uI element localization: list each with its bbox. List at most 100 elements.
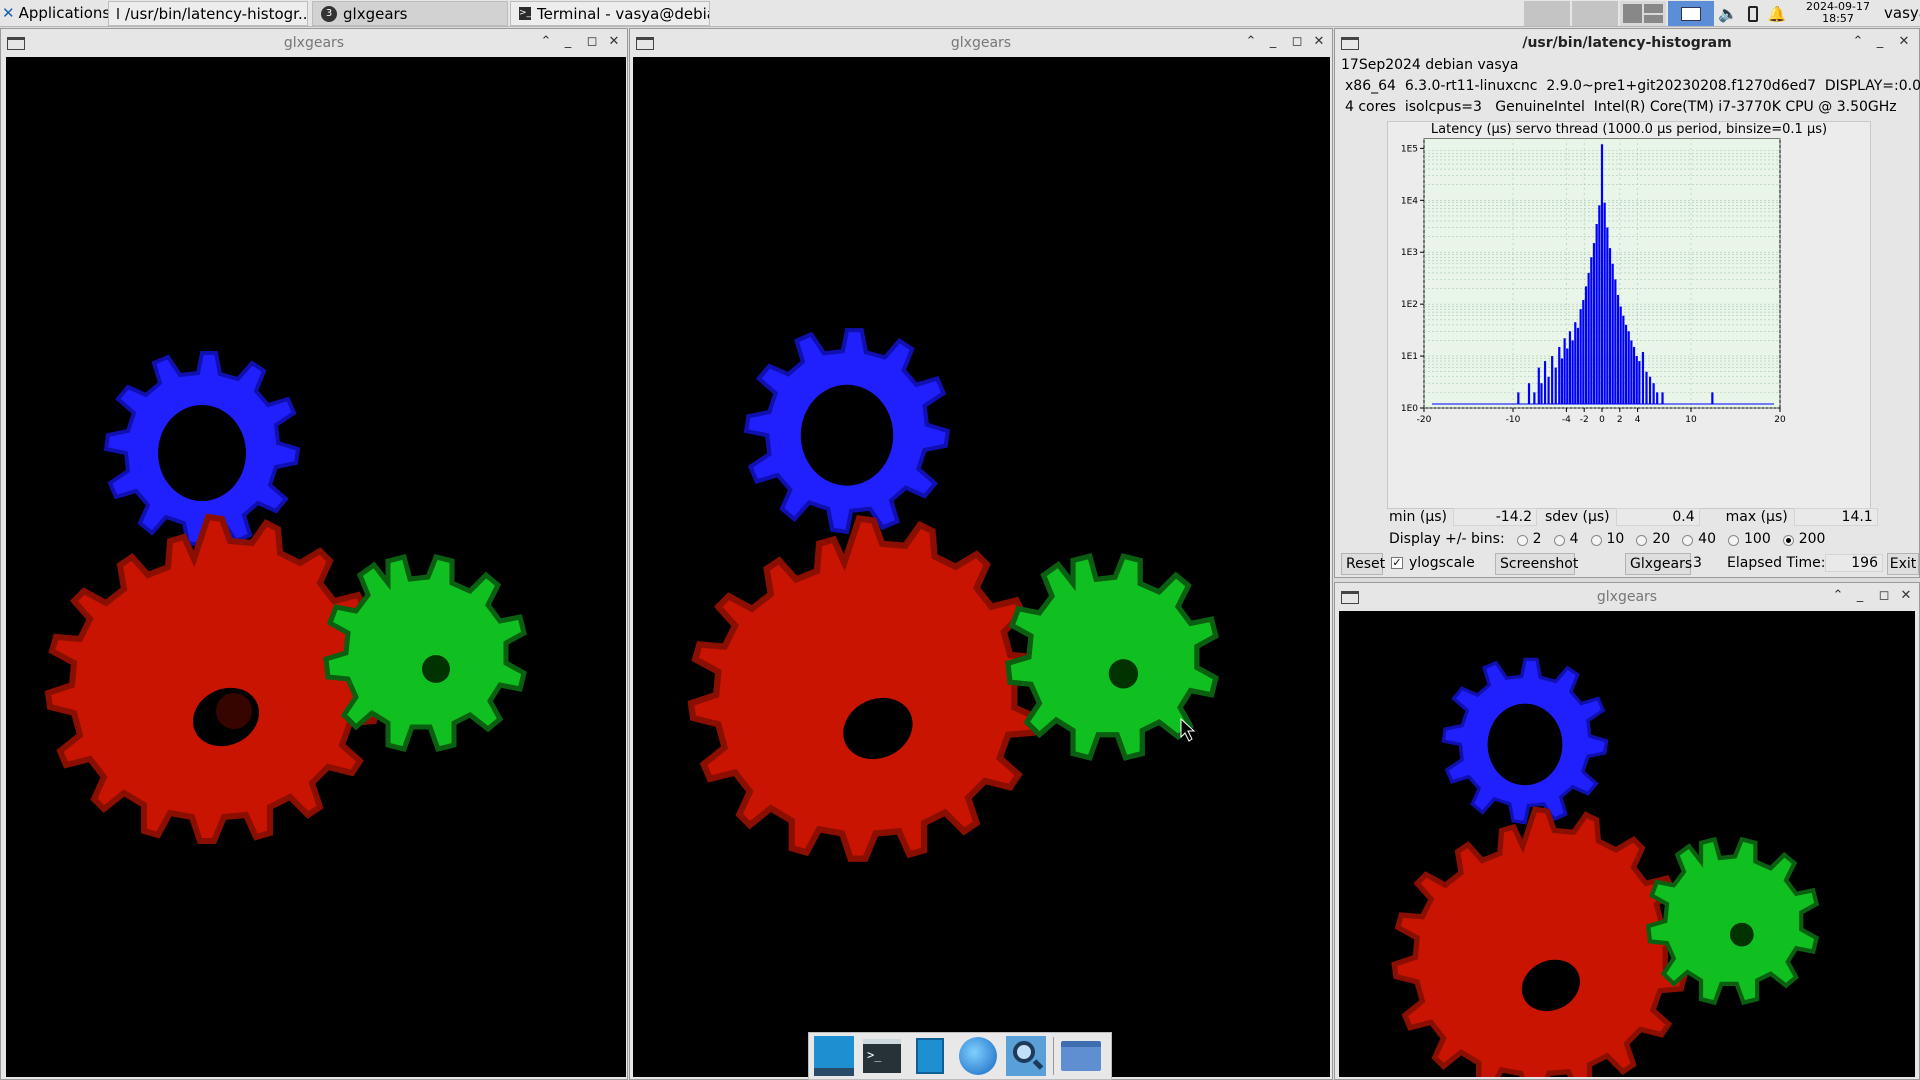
bins-radio-4[interactable] xyxy=(1553,534,1565,546)
red-gear xyxy=(687,515,1042,862)
window-menu-icon[interactable] xyxy=(636,37,654,50)
histogram-bar xyxy=(1590,257,1593,404)
bins-radio-20[interactable] xyxy=(1636,534,1648,546)
maximize-button[interactable]: ◻ xyxy=(583,33,601,51)
glxgears-window-3: glxgears ⌃ _ ◻ ✕ xyxy=(1334,582,1920,1080)
window-menu-icon[interactable] xyxy=(1341,37,1359,50)
workspace-2[interactable] xyxy=(1572,1,1618,26)
bins-radio-40[interactable] xyxy=(1682,534,1694,546)
workspace-switcher[interactable] xyxy=(1524,0,1716,27)
x-tick-label: 0 xyxy=(1599,415,1605,425)
maximize-button[interactable]: ◻ xyxy=(1875,587,1893,605)
close-button[interactable]: ✕ xyxy=(1310,33,1328,51)
terminal-launcher[interactable]: >_ xyxy=(861,1035,903,1077)
histogram-bar xyxy=(1533,392,1536,404)
minimize-button[interactable]: _ xyxy=(1871,33,1889,51)
y-tick-label: 1E0 xyxy=(1401,404,1418,414)
taskbar-item-glxgears[interactable]: 3 glxgears xyxy=(312,1,508,26)
x-tick-label: 4 xyxy=(1635,415,1641,425)
web-browser-launcher[interactable] xyxy=(957,1035,999,1077)
gears-canvas[interactable] xyxy=(6,57,626,1077)
xfce-icon: ✕ xyxy=(2,4,15,22)
titlebar[interactable]: /usr/bin/latency-histogram ⌃ _ ✕ xyxy=(1335,29,1919,57)
checkbox-checked-icon: ✓ xyxy=(1391,556,1403,569)
glxgears-window-1: glxgears ⌃ _ ◻ ✕ xyxy=(0,28,628,1080)
dock: >_ xyxy=(808,1032,1112,1080)
histogram-bar xyxy=(1614,279,1617,404)
x-tick-label: 10 xyxy=(1685,415,1697,425)
file-manager-launcher[interactable] xyxy=(909,1035,951,1077)
notification-bell-icon[interactable]: 🔔 xyxy=(1768,5,1787,23)
histogram-bar xyxy=(1558,346,1561,404)
bins-radio-100[interactable] xyxy=(1728,534,1739,546)
bins-row: Display +/- bins: 2 4 10 20 40 100 200 xyxy=(1389,531,1825,547)
window-title: glxgears xyxy=(950,35,1012,51)
close-button[interactable]: ✕ xyxy=(1895,33,1913,51)
chart-title: Latency (µs) servo thread (1000.0 µs per… xyxy=(1430,122,1828,137)
bins-option-label: 2 xyxy=(1532,531,1542,547)
workspace-4[interactable] xyxy=(1668,1,1714,26)
histogram-bar xyxy=(1592,243,1596,404)
terminal-icon: >_ xyxy=(519,7,532,20)
window-menu-icon[interactable] xyxy=(1341,591,1359,604)
shade-button[interactable]: ⌃ xyxy=(1242,33,1260,51)
bins-option-label: 20 xyxy=(1652,531,1671,547)
workspace-1[interactable] xyxy=(1524,1,1570,26)
y-tick-label: 1E1 xyxy=(1401,352,1418,362)
minimize-button[interactable]: _ xyxy=(1851,587,1869,605)
titlebar[interactable]: glxgears ⌃ _ ◻ ✕ xyxy=(1,29,627,57)
reset-button[interactable]: Reset xyxy=(1341,553,1385,575)
maximize-button[interactable]: ◻ xyxy=(1288,33,1306,51)
shade-button[interactable]: ⌃ xyxy=(1829,587,1847,605)
app-finder-launcher[interactable] xyxy=(1005,1035,1047,1077)
clock[interactable]: 2024-09-17 18:57 xyxy=(1798,0,1878,25)
exit-button[interactable]: Exit xyxy=(1887,553,1919,575)
info-date-host: 17Sep2024 debian vasya xyxy=(1341,57,1519,73)
gears-render xyxy=(1391,657,1820,1077)
taskbar-item-latency-histogram[interactable]: /usr/bin/latency-histogr... xyxy=(108,1,308,26)
screenshot-button[interactable]: Screenshot xyxy=(1495,553,1578,575)
x-tick-label: -4 xyxy=(1562,415,1571,425)
histogram-bar xyxy=(1582,300,1585,404)
titlebar[interactable]: glxgears ⌃ _ ◻ ✕ xyxy=(1335,583,1919,611)
close-button[interactable]: ✕ xyxy=(1897,587,1915,605)
info-cpu: 4 cores isolcpus=3 GenuineIntel Intel(R)… xyxy=(1345,99,1897,115)
info-kernel: x86_64 6.3.0-rt11-linuxcnc 2.9.0~pre1+gi… xyxy=(1345,78,1920,94)
bins-label: Display +/- bins: xyxy=(1389,531,1505,547)
volume-icon[interactable]: 🔈 xyxy=(1718,4,1738,23)
bins-radio-10[interactable] xyxy=(1590,534,1602,546)
window-menu-icon[interactable] xyxy=(7,37,25,50)
folder-launcher[interactable] xyxy=(1060,1035,1102,1077)
user-menu[interactable]: vasya xyxy=(1884,4,1920,22)
glxgears-button[interactable]: Glxgears xyxy=(1625,553,1692,575)
histogram-bar xyxy=(1571,340,1574,404)
applications-menu-button[interactable]: ✕ Applications ⁝ xyxy=(2,1,119,25)
bins-radio-2[interactable] xyxy=(1516,534,1528,546)
histogram-bar xyxy=(1598,205,1601,404)
x-tick-label: -20 xyxy=(1417,415,1432,425)
taskbar-item-terminal[interactable]: >_ Terminal - vasya@debia... xyxy=(510,1,710,26)
gears-render xyxy=(687,328,1219,862)
histogram-frame: Latency (µs) servo thread (1000.0 µs per… xyxy=(1387,121,1871,509)
close-button[interactable]: ✕ xyxy=(605,33,623,51)
gears-canvas[interactable] xyxy=(1339,611,1915,1077)
histogram-bar xyxy=(1587,272,1590,404)
histogram-bar xyxy=(1527,383,1531,404)
histogram-bar xyxy=(1624,324,1628,404)
shade-button[interactable]: ⌃ xyxy=(1849,33,1867,51)
glxgears-count: 3 xyxy=(1693,555,1702,571)
workspace-3[interactable] xyxy=(1620,1,1666,26)
shade-button[interactable]: ⌃ xyxy=(537,33,555,51)
folder-icon xyxy=(1061,1041,1101,1071)
latency-histogram-window: /usr/bin/latency-histogram ⌃ _ ✕ 17Sep20… xyxy=(1334,28,1920,578)
minimize-button[interactable]: _ xyxy=(1264,33,1282,51)
ylogscale-checkbox[interactable]: ✓ ylogscale xyxy=(1391,555,1475,571)
sdev-value: 0.4 xyxy=(1615,508,1700,526)
gears-canvas[interactable] xyxy=(633,57,1330,1077)
titlebar[interactable]: glxgears ⌃ _ ◻ ✕ xyxy=(630,29,1332,57)
show-desktop-button[interactable] xyxy=(813,1035,855,1077)
blue-gear xyxy=(103,351,301,548)
battery-icon[interactable] xyxy=(1747,5,1758,22)
minimize-button[interactable]: _ xyxy=(559,33,577,51)
bins-radio-200[interactable] xyxy=(1782,534,1794,546)
